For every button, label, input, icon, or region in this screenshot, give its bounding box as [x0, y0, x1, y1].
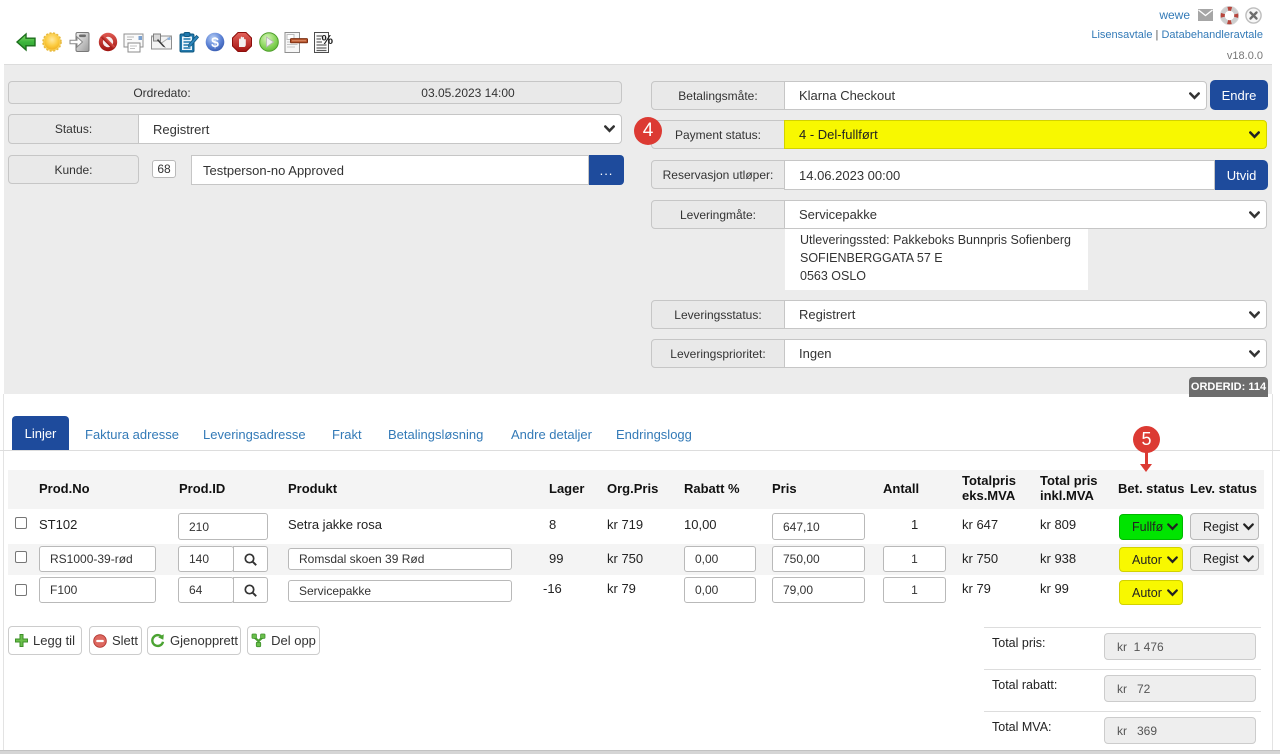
svg-text:%: %: [322, 32, 334, 47]
svg-text:$: $: [211, 34, 219, 50]
